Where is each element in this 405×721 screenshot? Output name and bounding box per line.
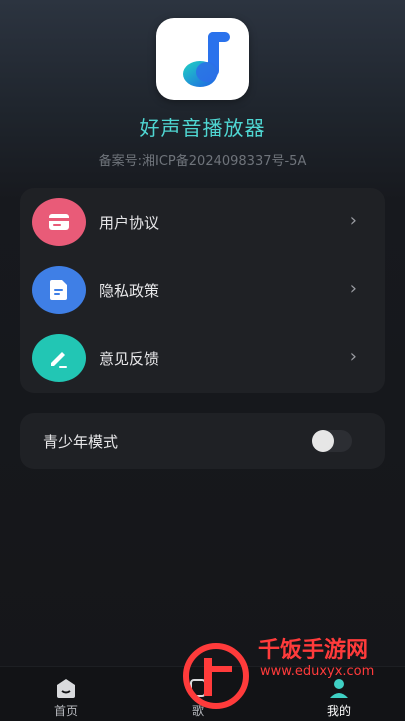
document-icon xyxy=(32,266,86,314)
menu-item-user-agreement[interactable]: 用户协议 › xyxy=(20,192,385,252)
watermark-url: www.eduxyx.com xyxy=(260,664,375,679)
site-watermark: 千饭手游网 www.eduxyx.com xyxy=(176,626,405,720)
icp-record: 备案号:湘ICP备2024098337号-5A xyxy=(98,154,307,169)
app-title: 好声音播放器 xyxy=(139,116,266,140)
teen-mode-toggle[interactable] xyxy=(312,430,352,452)
menu-item-feedback[interactable]: 意见反馈 › xyxy=(20,328,385,388)
app-logo xyxy=(156,18,249,100)
menu-item-privacy-policy[interactable]: 隐私政策 › xyxy=(20,260,385,320)
menu-item-label: 意见反馈 xyxy=(99,350,160,368)
tab-label: 首页 xyxy=(53,704,78,718)
teen-mode-card: 青少年模式 xyxy=(20,413,385,469)
menu-item-label: 隐私政策 xyxy=(99,282,160,300)
card-icon xyxy=(32,198,86,246)
pencil-icon xyxy=(32,334,86,382)
settings-menu-card: 用户协议 › 隐私政策 › 意见反馈 › xyxy=(20,188,385,393)
chevron-right-icon: › xyxy=(349,278,357,299)
home-icon xyxy=(57,679,75,698)
watermark-logo xyxy=(183,643,249,709)
tab-home[interactable]: 首页 xyxy=(16,667,116,721)
toggle-knob xyxy=(312,430,334,452)
chevron-right-icon: › xyxy=(349,346,357,367)
watermark-text: 千饭手游网 xyxy=(258,638,369,663)
chevron-right-icon: › xyxy=(349,210,357,231)
teen-mode-label: 青少年模式 xyxy=(43,433,119,451)
music-note-icon xyxy=(183,32,230,87)
menu-item-label: 用户协议 xyxy=(99,214,160,232)
